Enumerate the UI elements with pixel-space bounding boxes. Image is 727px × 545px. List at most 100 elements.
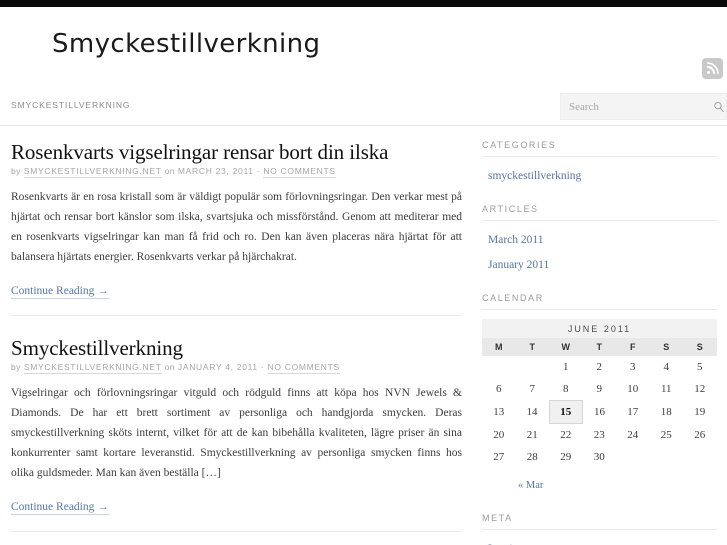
widget-calendar: CALENDAR JUNE 2011 M T W T F S S 1 2 3 4…: [482, 293, 717, 493]
calendar-day: 28: [526, 451, 538, 463]
calendar-day: 25: [660, 428, 672, 441]
article-item: Rosenkvarts vigselringar rensar bort din…: [11, 140, 462, 322]
article-divider: [11, 315, 462, 317]
calendar-day: 16: [594, 406, 605, 418]
widget-articles: ARTICLES March 2011 January 2011: [482, 204, 717, 273]
search-box[interactable]: [560, 93, 727, 120]
calendar-nav: « Mar: [482, 468, 717, 493]
calendar-week-row: 27 28 29 30: [482, 446, 717, 468]
calendar-day: [650, 446, 684, 468]
calendar-week-row: 20 21 22 23 24 25 26: [482, 424, 717, 447]
widget-rule: [482, 529, 717, 530]
top-black-bar: [0, 0, 727, 7]
calendar-day: 11: [660, 383, 672, 396]
article-divider: [11, 531, 462, 533]
meta-author-link[interactable]: SMYCKESTILLVERKNING.NET: [23, 362, 162, 375]
calendar-week-row: 13 14 15 16 17 18 19: [482, 400, 717, 424]
main-content: Rosenkvarts vigselringar rensar bort din…: [0, 140, 476, 545]
article-title[interactable]: Smyckestillverkning: [11, 336, 462, 360]
calendar-week-row: 6 7 8 9 10 11 12: [482, 378, 717, 401]
search-input[interactable]: [561, 94, 712, 119]
archive-link-march-2011[interactable]: March 2011: [488, 234, 543, 246]
category-link-smyckestillverkning[interactable]: smyckestillverkning: [488, 170, 581, 182]
calendar-weekday: T: [515, 338, 549, 356]
calendar-day: 14: [526, 406, 538, 418]
meta-by-label: by: [11, 166, 21, 177]
primary-navbar: SMYCKESTILLVERKNING: [0, 88, 727, 126]
calendar-day: 29: [560, 451, 572, 463]
calendar-day: 23: [593, 428, 605, 441]
list-item: January 2011: [482, 255, 717, 273]
sidebar: CATEGORIES smyckestillverkning ARTICLES …: [476, 140, 727, 545]
meta-on-label: on: [164, 166, 175, 177]
widget-title-articles: ARTICLES: [482, 204, 539, 214]
site-title: Smyckestillverkning: [52, 29, 321, 59]
list-item: smyckestillverkning: [482, 166, 717, 184]
calendar-day: 6: [496, 383, 502, 396]
calendar-day: 22: [560, 429, 572, 441]
article-title[interactable]: Rosenkvarts vigselringar rensar bort din…: [11, 140, 462, 164]
calendar-day: 12: [694, 383, 706, 396]
categories-list: smyckestillverkning: [482, 166, 717, 184]
calendar-day: [616, 446, 650, 468]
calendar-day: 27: [493, 451, 505, 463]
archives-list: March 2011 January 2011: [482, 230, 717, 273]
meta-separator: ·: [260, 362, 265, 373]
calendar-day: 5: [697, 361, 703, 373]
continue-reading-link[interactable]: Continue Reading →: [11, 285, 109, 300]
calendar-day: 4: [663, 361, 670, 373]
calendar-day: [683, 446, 717, 468]
widget-rule: [482, 309, 717, 310]
calendar-day: 24: [627, 428, 639, 441]
calendar-caption: JUNE 2011: [482, 319, 717, 338]
calendar-weekday: S: [649, 338, 683, 356]
meta-date: JANUARY 4, 2011: [177, 362, 258, 373]
meta-list: Log in Entries (RSS): [482, 539, 717, 545]
calendar-day: 13: [493, 406, 505, 418]
article-body: Rosenkvarts är en rosa kristall som är v…: [11, 191, 462, 264]
calendar-weekday: M: [482, 338, 516, 356]
calendar-prev-month-link[interactable]: « Mar: [518, 480, 543, 491]
meta-comments-link[interactable]: NO COMMENTS: [267, 362, 340, 375]
widget-rule: [482, 156, 717, 157]
site-header: Smyckestillverkning: [0, 7, 727, 88]
calendar-table: JUNE 2011 M T W T F S S 1 2 3 4 5 6 7 8 …: [482, 319, 717, 468]
calendar-body: 1 2 3 4 5 6 7 8 9 10 11 12 13 14 15 16 1…: [482, 356, 717, 468]
calendar-weekday: S: [683, 338, 717, 356]
nav-item-smyckestillverkning[interactable]: SMYCKESTILLVERKNING: [11, 100, 130, 110]
calendar-day: 1: [563, 361, 569, 373]
rss-icon[interactable]: [702, 58, 723, 79]
calendar-day: 17: [627, 406, 639, 418]
calendar-day: 3: [630, 361, 636, 373]
calendar-day: 19: [694, 406, 706, 418]
widget-title-meta: META: [482, 513, 513, 523]
magnifier-icon[interactable]: [712, 101, 726, 113]
calendar-weekday: F: [616, 338, 650, 356]
meta-by-label: by: [11, 362, 21, 373]
article-item: Smyckestillverkning by SMYCKESTILLVERKNI…: [11, 322, 462, 538]
archive-link-january-2011[interactable]: January 2011: [488, 259, 549, 271]
calendar-day-today: 15: [548, 400, 583, 424]
continue-reading-link[interactable]: Continue Reading →: [11, 501, 109, 516]
list-item: March 2011: [482, 230, 717, 248]
meta-on-label: on: [164, 362, 175, 373]
page-body: Rosenkvarts vigselringar rensar bort din…: [0, 126, 727, 545]
meta-comments-link[interactable]: NO COMMENTS: [263, 166, 336, 179]
article-body: Vigselringar och förlovningsringar vitgu…: [11, 387, 462, 480]
calendar-day: 7: [529, 383, 536, 396]
calendar-day: 18: [660, 406, 672, 418]
widget-title-categories: CATEGORIES: [482, 140, 557, 150]
calendar-day: 21: [526, 428, 538, 441]
calendar-day: 20: [493, 428, 505, 441]
meta-author-link[interactable]: SMYCKESTILLVERKNING.NET: [23, 166, 162, 179]
calendar-day: 26: [694, 428, 706, 441]
meta-date: MARCH 23, 2011: [177, 166, 254, 177]
calendar-week-row: 1 2 3 4 5: [482, 356, 717, 378]
widget-categories: CATEGORIES smyckestillverkning: [482, 140, 717, 184]
calendar-day: 30: [593, 451, 605, 463]
list-item: Log in: [482, 539, 717, 545]
widget-title-calendar: CALENDAR: [482, 293, 544, 303]
meta-separator: ·: [256, 166, 261, 177]
calendar-weekday: T: [582, 338, 616, 356]
calendar-day: [516, 356, 550, 378]
